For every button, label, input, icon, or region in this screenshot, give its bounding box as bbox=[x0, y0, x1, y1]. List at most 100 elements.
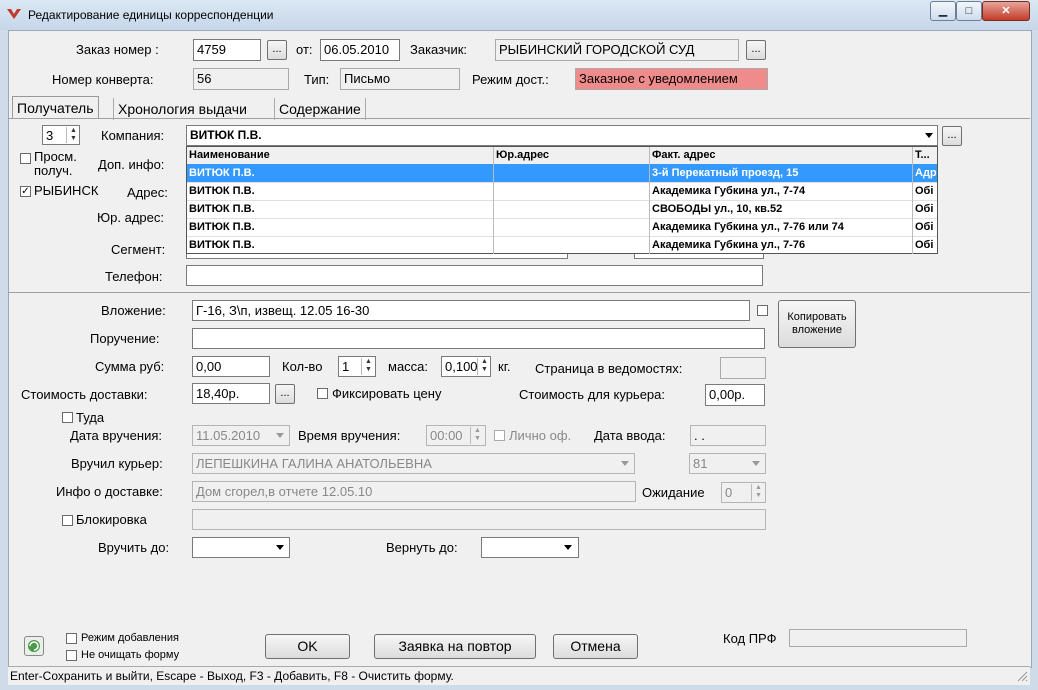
dropdown-row[interactable]: ВИТЮК П.В. СВОБОДЫ ул., 10, кв.52 Обі bbox=[187, 200, 937, 219]
return-by-dropdown-icon[interactable] bbox=[564, 545, 572, 550]
minimize-button[interactable]: ▁ bbox=[930, 1, 956, 21]
order-lookup-button[interactable]: ... bbox=[267, 40, 287, 60]
close-button[interactable]: ✕ bbox=[982, 1, 1030, 21]
recipient-counter-value: 3 bbox=[46, 128, 54, 143]
view-recipient-label: Просм. получ. bbox=[34, 149, 77, 178]
dropdown-header: Наименование Юр.адрес Факт. адрес Т... bbox=[187, 147, 937, 165]
row-fact: СВОБОДЫ ул., 10, кв.52 bbox=[650, 200, 913, 218]
delivery-time-label: Время вручения: bbox=[298, 428, 401, 443]
register-page-field[interactable] bbox=[720, 357, 766, 379]
dropdown-row[interactable]: ВИТЮК П.В. Академика Губкина ул., 7-74 О… bbox=[187, 182, 937, 201]
delivery-date-dropdown-icon[interactable] bbox=[276, 433, 284, 438]
customer-lookup-button[interactable]: ... bbox=[746, 40, 766, 60]
tab-history[interactable]: Хронология выдачи bbox=[113, 98, 251, 120]
dropdown-row[interactable]: ВИТЮК П.В. 3-й Перекатный проезд, 15 Адр bbox=[187, 164, 937, 183]
entry-date-field[interactable]: . . bbox=[690, 425, 766, 446]
section-divider bbox=[8, 292, 1030, 293]
company-dropdown-list[interactable]: Наименование Юр.адрес Факт. адрес Т... В… bbox=[186, 146, 938, 254]
deliver-by-label: Вручить до: bbox=[98, 540, 170, 555]
phone-label: Телефон: bbox=[105, 269, 163, 284]
delivery-info-field[interactable]: Дом сгорел,в отчете 12.05.10 bbox=[192, 481, 636, 502]
add-mode-checkbox[interactable] bbox=[66, 633, 77, 644]
legal-address-label: Юр. адрес: bbox=[97, 210, 164, 225]
block-checkbox[interactable] bbox=[62, 515, 73, 526]
courier-select[interactable]: ЛЕПЕШКИНА ГАЛИНА АНАТОЛЬЕВНА bbox=[192, 453, 635, 474]
column-header-name[interactable]: Наименование bbox=[187, 147, 494, 164]
courier-cost-field[interactable]: 0,00р. bbox=[705, 384, 765, 406]
personal-checkbox[interactable] bbox=[494, 430, 505, 441]
dropdown-row[interactable]: ВИТЮК П.В. Академика Губкина ул., 7-76 и… bbox=[187, 218, 937, 237]
wait-spin-icon[interactable]: ▲ ▼ bbox=[751, 484, 765, 501]
column-header-type[interactable]: Т... bbox=[913, 147, 937, 164]
row-fact: Академика Губкина ул., 7-76 или 74 bbox=[650, 218, 913, 236]
row-type: Обі bbox=[915, 185, 934, 197]
courier-code-dropdown-icon[interactable] bbox=[752, 461, 760, 466]
return-by-label: Вернуть до: bbox=[386, 540, 458, 555]
status-bar: Enter-Сохранить и выйти, Escape - Выход,… bbox=[8, 666, 1030, 685]
register-page-label: Страница в ведомостях: bbox=[535, 361, 683, 376]
order-date-field[interactable]: 06.05.2010 bbox=[320, 39, 400, 61]
address-label: Адрес: bbox=[127, 185, 168, 200]
delivery-cost-lookup-button[interactable]: ... bbox=[275, 384, 295, 404]
type-label: Тип: bbox=[304, 72, 330, 87]
quantity-spin-arrows-icon[interactable]: ▲ ▼ bbox=[361, 358, 375, 375]
dropdown-row[interactable]: ВИТЮК П.В. Академика Губкина ул., 7-76 О… bbox=[187, 236, 937, 254]
company-combobox[interactable]: ВИТЮК П.В. bbox=[186, 125, 938, 146]
refresh-button[interactable] bbox=[24, 636, 44, 656]
type-field[interactable]: Письмо bbox=[340, 68, 460, 90]
row-type: Обі bbox=[915, 239, 934, 251]
app-logo-icon bbox=[7, 9, 21, 19]
sum-field[interactable]: 0,00 bbox=[192, 356, 270, 377]
column-header-legal-address[interactable]: Юр.адрес bbox=[494, 147, 650, 164]
phone-field[interactable] bbox=[186, 265, 763, 286]
view-recipient-checkbox[interactable] bbox=[20, 153, 31, 164]
repeat-request-button[interactable]: Заявка на повтор bbox=[374, 634, 536, 659]
wait-label: Ожидание bbox=[642, 485, 705, 500]
maximize-button[interactable]: □ bbox=[956, 1, 982, 21]
row-type: Адр bbox=[915, 167, 937, 179]
order-number-field[interactable]: 4759 bbox=[193, 39, 261, 61]
prf-code-field[interactable] bbox=[789, 629, 967, 647]
courier-cost-label: Стоимость для курьера: bbox=[519, 387, 666, 402]
row-fact: Академика Губкина ул., 7-76 bbox=[650, 236, 913, 254]
city-checkbox[interactable]: ✓ bbox=[20, 186, 31, 197]
resize-grip-icon[interactable] bbox=[1016, 670, 1028, 682]
deliver-by-dropdown-icon[interactable] bbox=[276, 545, 284, 550]
company-lookup-button[interactable]: ... bbox=[942, 126, 962, 146]
row-name: ВИТЮК П.В. bbox=[187, 218, 494, 236]
courier-dropdown-icon[interactable] bbox=[621, 461, 629, 466]
counter-spin-arrows-icon[interactable]: ▲ ▼ bbox=[66, 127, 80, 143]
block-reason-field[interactable] bbox=[192, 509, 766, 530]
copy-attachment-button[interactable]: Копировать вложение bbox=[778, 300, 856, 348]
attachment-label: Вложение: bbox=[101, 303, 166, 318]
assignment-field[interactable] bbox=[192, 328, 765, 349]
fix-price-checkbox[interactable] bbox=[317, 388, 328, 399]
delivery-cost-field[interactable]: 18,40р. bbox=[192, 383, 270, 404]
attachment-field[interactable]: Г-16, З\п, извещ. 12.05 16-30 bbox=[192, 300, 750, 321]
ok-button[interactable]: OK bbox=[265, 634, 350, 659]
tab-content[interactable]: Содержание bbox=[274, 98, 366, 120]
column-header-fact-address[interactable]: Факт. адрес bbox=[650, 147, 913, 164]
mass-spin-arrows-icon[interactable]: ▲ ▼ bbox=[477, 358, 491, 375]
delivery-mode-field[interactable]: Заказное с уведомлением bbox=[575, 68, 768, 90]
delivery-time-spin-icon[interactable]: ▲ ▼ bbox=[470, 427, 484, 444]
customer-field[interactable]: РЫБИНСКИЙ ГОРОДСКОЙ СУД bbox=[495, 39, 739, 61]
row-name: ВИТЮК П.В. bbox=[187, 164, 494, 182]
no-clear-checkbox[interactable] bbox=[66, 650, 77, 661]
no-clear-label: Не очищать форму bbox=[81, 649, 180, 661]
from-label: от: bbox=[296, 42, 313, 57]
delivery-mode-label: Режим дост.: bbox=[472, 72, 549, 87]
tab-recipient[interactable]: Получатель bbox=[12, 96, 99, 118]
row-legal bbox=[494, 236, 650, 254]
envelope-number-label: Номер конверта: bbox=[52, 72, 154, 87]
window-title: Редактирование единицы корреспонденции bbox=[28, 8, 274, 22]
refresh-icon bbox=[28, 640, 40, 652]
company-dropdown-arrow-icon[interactable] bbox=[925, 133, 933, 138]
cancel-button[interactable]: Отмена bbox=[553, 634, 638, 659]
there-checkbox[interactable] bbox=[62, 412, 73, 423]
sum-label: Сумма руб: bbox=[95, 359, 165, 374]
delivery-info-label: Инфо о доставке: bbox=[56, 484, 163, 499]
prf-code-label: Код ПРФ bbox=[723, 631, 777, 646]
envelope-number-field[interactable]: 56 bbox=[193, 68, 289, 90]
attachment-checkbox[interactable] bbox=[757, 305, 768, 316]
